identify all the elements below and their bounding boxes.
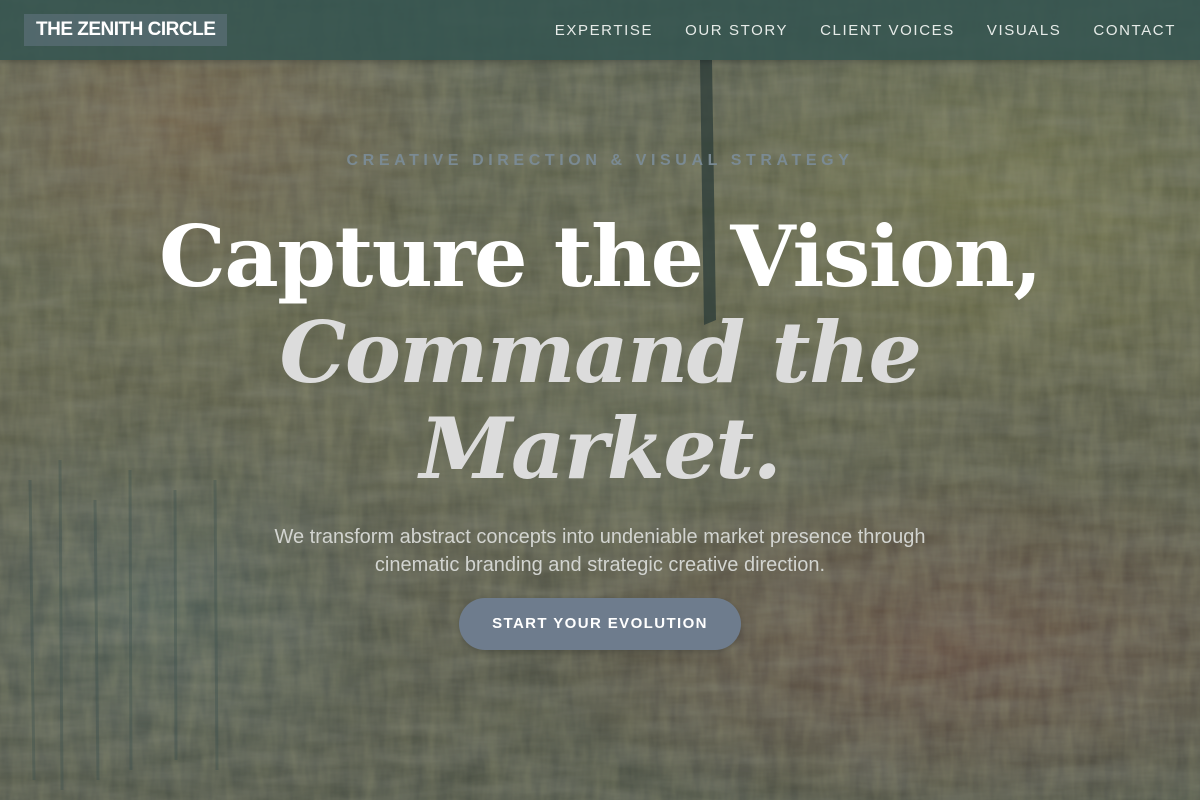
nav-link-our-story[interactable]: OUR STORY [685, 22, 788, 39]
headline-line-3: Market. [419, 399, 782, 499]
hero-subtitle: We transform abstract concepts into unde… [274, 526, 926, 576]
main-nav: EXPERTISE OUR STORY CLIENT VOICES VISUAL… [555, 0, 1176, 60]
start-evolution-button[interactable]: START YOUR EVOLUTION [459, 598, 741, 650]
nav-link-client-voices[interactable]: CLIENT VOICES [820, 22, 955, 39]
hero-section: CREATIVE DIRECTION & VISUAL STRATEGY Cap… [0, 0, 1200, 800]
nav-link-visuals[interactable]: VISUALS [987, 22, 1062, 39]
headline-line-1: Capture the Vision, [158, 207, 1043, 307]
hero-headline: Capture the Vision, Command the Market. [0, 209, 1200, 497]
nav-link-contact[interactable]: CONTACT [1093, 22, 1176, 39]
top-navbar: THE ZENITH CIRCLE EXPERTISE OUR STORY CL… [0, 0, 1200, 60]
site-logo[interactable]: THE ZENITH CIRCLE [24, 14, 228, 46]
nav-link-expertise[interactable]: EXPERTISE [555, 22, 653, 39]
hero-eyebrow: CREATIVE DIRECTION & VISUAL STRATEGY [346, 152, 854, 169]
headline-line-2: Command the [279, 303, 922, 403]
